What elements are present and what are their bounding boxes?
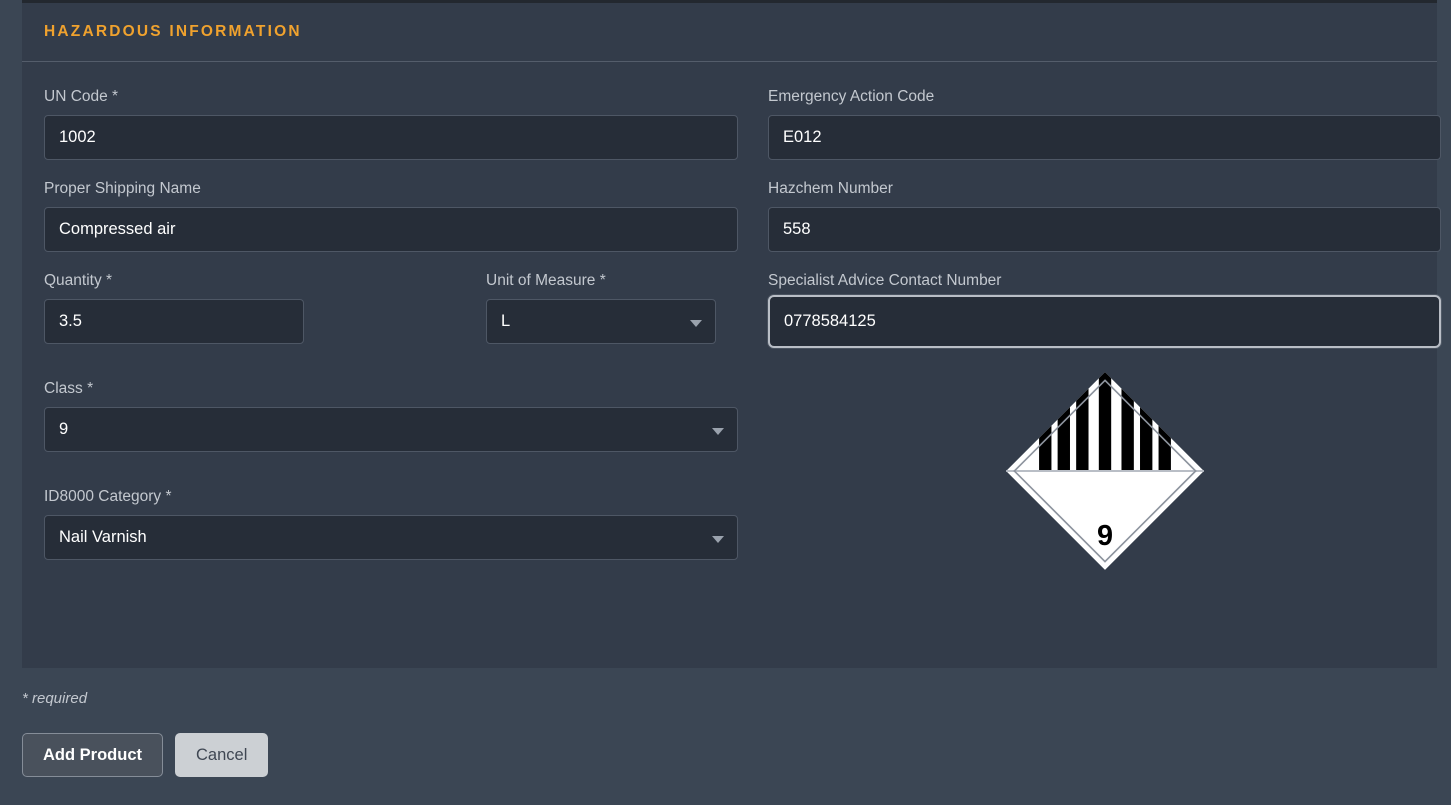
- field-id8000-category: ID8000 Category *: [44, 488, 738, 560]
- un-code-input[interactable]: [44, 115, 738, 160]
- id8000-category-select[interactable]: [44, 515, 738, 560]
- id8000-category-label: ID8000 Category *: [44, 488, 172, 505]
- form-column-right: Emergency Action Code Hazchem Number Spe…: [768, 88, 1441, 580]
- footer-button-row: Add Product Cancel: [22, 733, 1437, 777]
- hazchem-number-input[interactable]: [768, 207, 1441, 252]
- emergency-action-code-label: Emergency Action Code: [768, 88, 935, 105]
- card-header: Hazardous Information: [22, 3, 1437, 62]
- page-title: Hazardous Information: [44, 23, 302, 40]
- field-emergency-action-code: Emergency Action Code: [768, 88, 1441, 160]
- class-label: Class *: [44, 380, 94, 397]
- field-quantity-row: Quantity * Unit of Measure *: [44, 272, 738, 344]
- id8000-category-select-wrap: [44, 515, 738, 560]
- hazchem-number-label: Hazchem Number: [768, 180, 893, 197]
- unit-of-measure-select-wrap: [486, 299, 716, 344]
- proper-shipping-name-input[interactable]: [44, 207, 738, 252]
- form-footer: * required Add Product Cancel: [22, 690, 1437, 777]
- hazard-class-9-placard-icon: 9: [1005, 372, 1204, 570]
- card-body: UN Code * Proper Shipping Name Quantity …: [22, 62, 1441, 668]
- form-columns: UN Code * Proper Shipping Name Quantity …: [44, 88, 1441, 580]
- field-unit-of-measure: Unit of Measure *: [486, 272, 716, 344]
- unit-of-measure-label: Unit of Measure *: [486, 272, 606, 289]
- class-select[interactable]: [44, 407, 738, 452]
- field-proper-shipping-name: Proper Shipping Name: [44, 180, 738, 252]
- emergency-action-code-input[interactable]: [768, 115, 1441, 160]
- form-column-left: UN Code * Proper Shipping Name Quantity …: [44, 88, 738, 580]
- field-hazchem-number: Hazchem Number: [768, 180, 1441, 252]
- row-spacer: [304, 272, 486, 344]
- quantity-label: Quantity *: [44, 272, 113, 289]
- class-select-wrap: [44, 407, 738, 452]
- cancel-button[interactable]: Cancel: [175, 733, 269, 777]
- placard-class-number: 9: [1096, 520, 1112, 552]
- proper-shipping-name-label: Proper Shipping Name: [44, 180, 201, 197]
- field-quantity: Quantity *: [44, 272, 304, 344]
- add-product-button[interactable]: Add Product: [22, 733, 163, 777]
- hazard-placard-area: 9: [768, 368, 1441, 574]
- specialist-advice-contact-number-input[interactable]: [768, 295, 1441, 348]
- hazardous-information-card: Hazardous Information UN Code * Proper S…: [22, 3, 1441, 668]
- field-class: Class *: [44, 380, 738, 452]
- un-code-label: UN Code *: [44, 88, 119, 105]
- field-un-code: UN Code *: [44, 88, 738, 160]
- unit-of-measure-select[interactable]: [486, 299, 716, 344]
- quantity-input[interactable]: [44, 299, 304, 344]
- required-note: * required: [22, 690, 88, 707]
- specialist-advice-contact-number-label: Specialist Advice Contact Number: [768, 272, 1002, 289]
- field-specialist-advice-contact-number: Specialist Advice Contact Number: [768, 272, 1441, 348]
